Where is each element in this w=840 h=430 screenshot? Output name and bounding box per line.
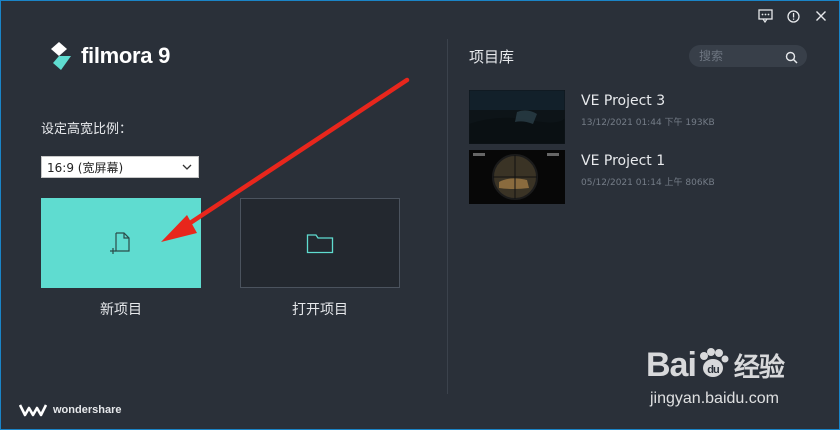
filmora-logo-icon	[51, 42, 71, 70]
project-name: VE Project 3	[581, 93, 666, 109]
open-project-label[interactable]: 打开项目	[240, 299, 400, 319]
new-project-label[interactable]: 新项目	[41, 299, 201, 319]
filmora-launcher-window: filmora 9 设定高宽比例： 16:9 (宽屏幕) 新项目 打开项目 项目…	[0, 0, 840, 430]
project-meta: 05/12/2021 01:14 上午 806KB	[581, 178, 715, 188]
aspect-ratio-label: 设定高宽比例：	[41, 122, 133, 137]
feedback-icon[interactable]	[757, 8, 773, 24]
folder-icon	[306, 234, 334, 254]
project-name: VE Project 1	[581, 153, 666, 169]
panel-divider	[447, 39, 448, 394]
project-thumbnail	[469, 150, 565, 204]
watermark-url: jingyan.baidu.com	[650, 390, 779, 407]
wondershare-text: wondershare	[53, 404, 122, 416]
close-icon[interactable]	[813, 8, 829, 24]
new-file-icon	[110, 232, 130, 254]
project-item[interactable]: VE Project 1 05/12/2021 01:14 上午 806KB	[469, 150, 799, 204]
project-library-title: 项目库	[469, 48, 515, 66]
wondershare-brand: wondershare	[19, 403, 121, 417]
titlebar-icons	[757, 8, 829, 24]
baidu-watermark: Bai du 经验 jingyan.baidu.com	[646, 346, 836, 416]
logo-wordmark: filmora 9	[81, 43, 170, 68]
project-item[interactable]: VE Project 3 13/12/2021 01:44 下午 193KB	[469, 90, 799, 144]
paw-icon: du	[699, 348, 729, 377]
aspect-ratio-value: 16:9 (宽屏幕)	[47, 160, 124, 175]
search-icon[interactable]	[785, 49, 798, 68]
new-project-button[interactable]	[41, 198, 201, 288]
aspect-ratio-select[interactable]: 16:9 (宽屏幕)	[41, 156, 199, 178]
library-search[interactable]	[689, 45, 807, 67]
wondershare-logo-icon	[19, 404, 47, 417]
watermark-main: Bai du 经验	[646, 346, 785, 384]
info-icon[interactable]	[785, 8, 801, 24]
project-thumbnail	[469, 90, 565, 144]
open-project-button[interactable]	[240, 198, 400, 288]
search-input[interactable]	[697, 48, 789, 64]
chevron-down-icon	[182, 160, 192, 177]
filmora-logo: filmora 9	[49, 41, 170, 71]
svg-text:du: du	[707, 364, 719, 376]
project-meta: 13/12/2021 01:44 下午 193KB	[581, 118, 715, 128]
